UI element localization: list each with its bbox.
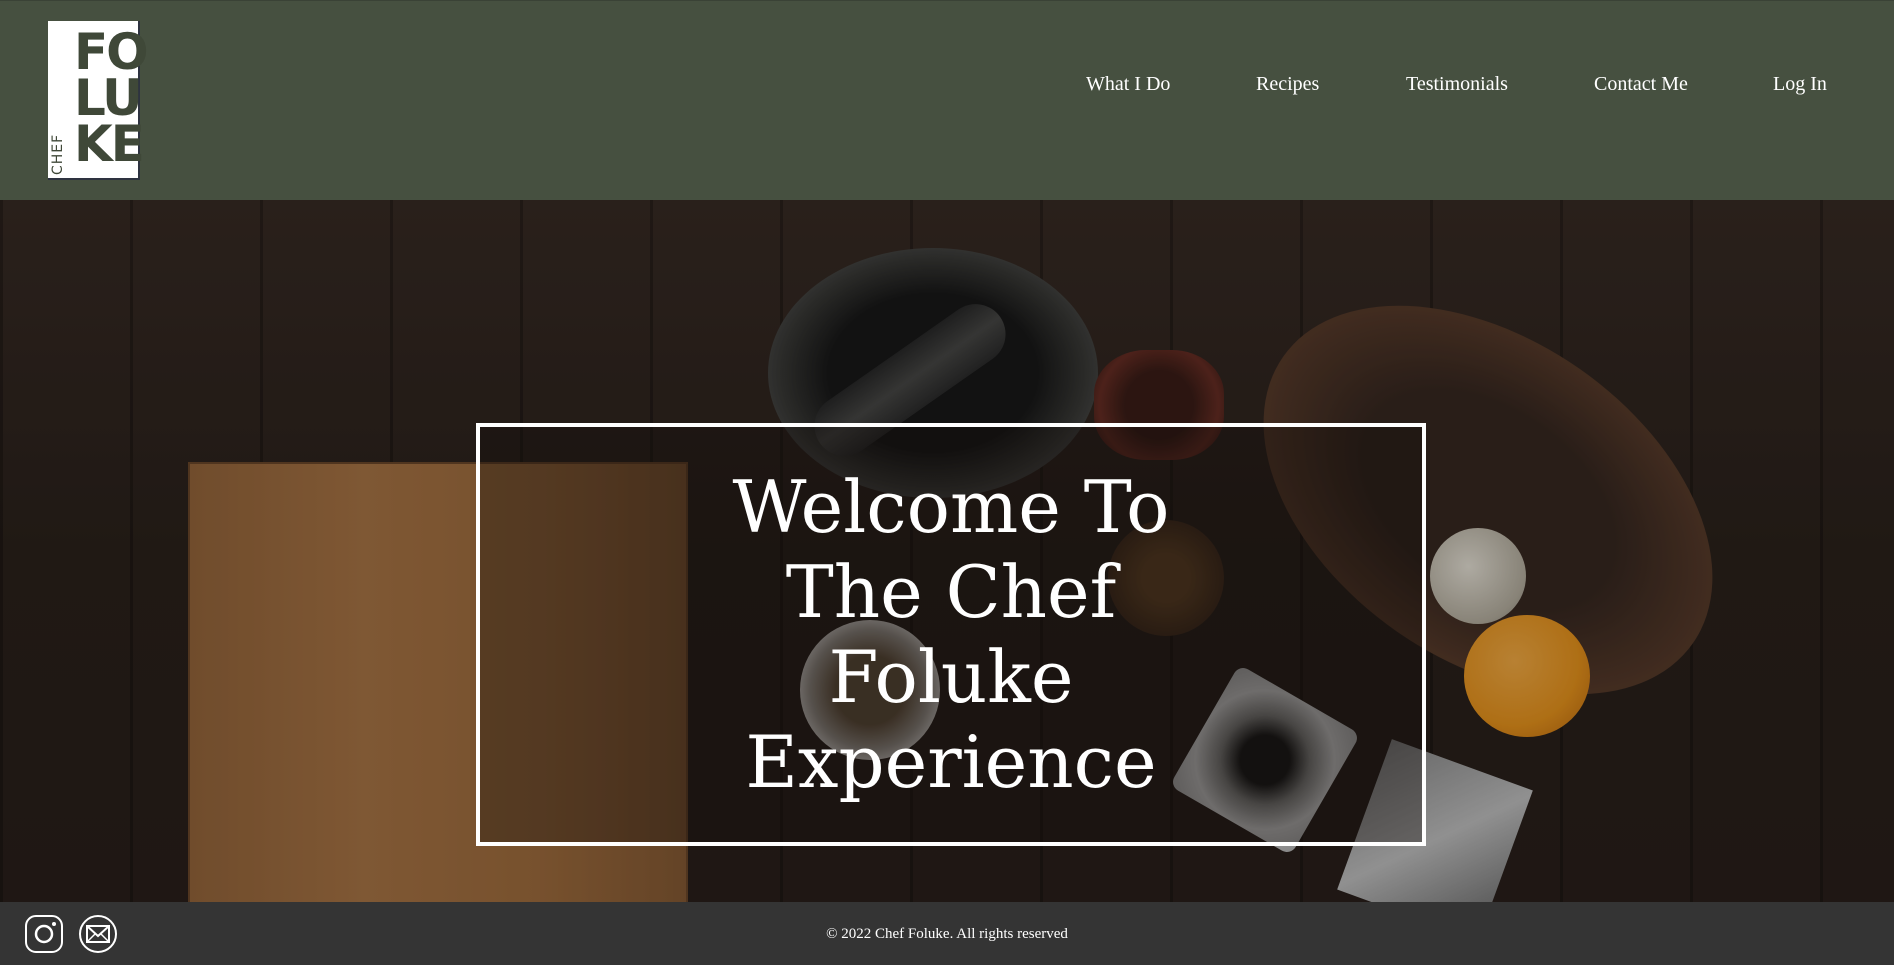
welcome-heading: Welcome To The Chef Foluke Experience bbox=[480, 465, 1422, 805]
welcome-line-1: Welcome To bbox=[732, 465, 1170, 549]
nav-log-in[interactable]: Log In bbox=[1773, 73, 1827, 96]
welcome-line-4: Experience bbox=[745, 720, 1157, 804]
logo-line-3: KE bbox=[74, 115, 145, 173]
copyright-text: © 2022 Chef Foluke. All rights reserved bbox=[826, 926, 1068, 942]
nav-contact-me[interactable]: Contact Me bbox=[1594, 73, 1688, 96]
nav-testimonials[interactable]: Testimonials bbox=[1406, 73, 1508, 96]
welcome-line-3: Foluke bbox=[828, 635, 1074, 719]
nav-recipes[interactable]: Recipes bbox=[1256, 73, 1319, 96]
nav-what-i-do[interactable]: What I Do bbox=[1086, 73, 1170, 96]
welcome-line-2: The Chef bbox=[785, 550, 1117, 634]
welcome-box: Welcome To The Chef Foluke Experience bbox=[476, 423, 1426, 846]
logo-chef-label: CHEF bbox=[50, 133, 66, 175]
site-footer: © 2022 Chef Foluke. All rights reserved bbox=[0, 902, 1894, 965]
site-header: FO LU KE CHEF What I Do Recipes Testimon… bbox=[0, 0, 1894, 200]
hero-section: Welcome To The Chef Foluke Experience bbox=[0, 200, 1894, 902]
chef-foluke-logo[interactable]: FO LU KE CHEF bbox=[48, 21, 149, 180]
logo-wordmark: FO LU KE bbox=[74, 27, 149, 173]
